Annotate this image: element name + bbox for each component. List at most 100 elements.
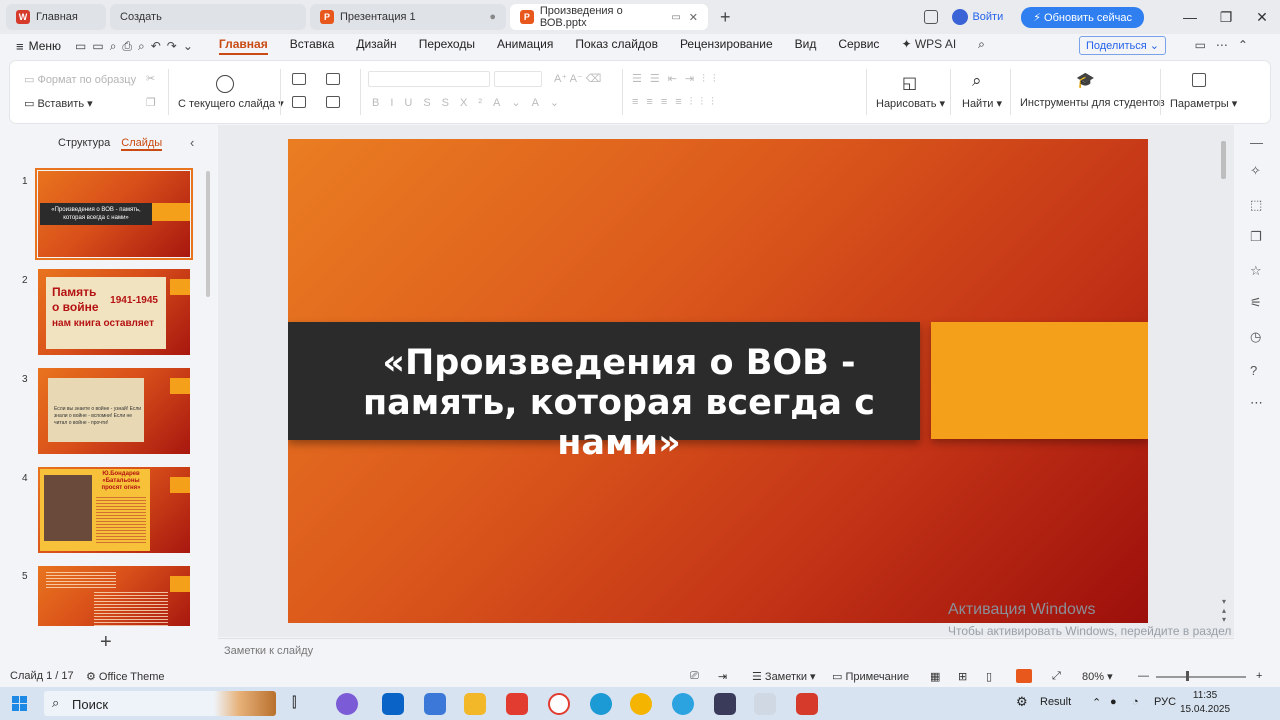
ribbon-tab-tools[interactable]: Сервис [838,37,879,55]
magic-icon[interactable]: ✧ [1250,163,1261,179]
comment-button[interactable]: ▭ Примечание [832,670,909,683]
reading-view-icon[interactable]: ▯ [986,670,992,683]
copilot-icon[interactable] [336,693,358,715]
tab-structure[interactable]: Структура [58,137,110,149]
taskbar-search[interactable]: ⌕ Поиск [44,691,276,716]
slide-thumbnail-1[interactable]: «Произведения о ВОВ - память, которая вс… [35,168,193,260]
zoom-slider-knob[interactable] [1186,671,1189,681]
star-icon[interactable]: ☆ [1250,263,1262,279]
cut-icon[interactable]: ✂ [146,72,155,85]
result-label[interactable]: Result [1040,696,1071,708]
game-icon[interactable]: ⚙ [1016,694,1028,710]
share-button[interactable]: Поделиться ⌄ [1078,36,1166,55]
align-controls[interactable]: ≡≡≡≡⫶⫶⫶ [632,96,722,109]
settings-icon[interactable] [1192,73,1206,87]
shapes-icon[interactable]: ◱ [902,73,917,93]
upgrade-button[interactable]: ⚡ Обновить сейчас [1021,6,1144,28]
font-size-field[interactable] [494,71,542,87]
play-from-current-icon[interactable] [216,75,234,93]
ribbon-tab-transitions[interactable]: Переходы [419,37,475,55]
yandex-browser-icon[interactable] [548,693,570,715]
close-tab-icon[interactable]: ✕ [689,11,698,24]
telegram-icon[interactable] [672,693,694,715]
ribbon-tab-design[interactable]: Дизайн [356,37,396,55]
tab-home[interactable]: W Главная [6,4,106,30]
draw-button[interactable]: Нарисовать ▾ [876,97,945,110]
play-slideshow-icon[interactable] [1016,669,1032,683]
ribbon-tab-insert[interactable]: Вставка [290,37,335,55]
ribbon-tab-slideshow[interactable]: Показ слайдов [575,37,658,55]
chrome-icon[interactable] [630,693,652,715]
tab-active-document[interactable]: P Произведения о ВОВ.pptx ▭ ✕ [510,4,708,30]
text-format-icons[interactable]: BIUSSX²A⌄A⌄ [372,96,570,109]
reuse-slide-icon[interactable] [326,73,340,85]
section-icon[interactable] [326,96,340,108]
list-controls[interactable]: ☰☰⇤⇥⫶⫶ [632,72,724,86]
notes-pane[interactable]: Заметки к слайду [218,638,1234,664]
login-button[interactable]: Войти [952,9,1003,25]
window-switch-icon[interactable] [924,10,939,24]
task-view-icon[interactable]: ⫿ [292,694,296,711]
slide-title[interactable]: «Произведения о ВОВ - память, которая вс… [288,343,920,463]
store-icon[interactable] [424,693,446,715]
current-slide[interactable]: «Произведения о ВОВ - память, которая вс… [288,139,1148,623]
search-icon[interactable]: ⌕ [978,37,985,55]
menu-button[interactable]: ≡ Меню [16,39,61,54]
restore-icon[interactable]: ❐ [1208,9,1244,26]
fit-icon[interactable]: ⎚ [690,670,699,683]
copy-icon[interactable]: ❐ [146,96,156,109]
wifi-icon[interactable]: ◔ [1132,696,1139,708]
shape-icon[interactable]: ⬚ [1250,197,1262,213]
theme-button[interactable]: ⚙ Office Theme [86,670,165,683]
wps-ai-button[interactable]: ✦ WPS AI [901,37,956,55]
slide-thumbnail-3[interactable]: Если вы знаете о войне - узнай! Если зна… [38,368,190,454]
sorter-view-icon[interactable]: ⊞ [958,670,967,683]
settings-button[interactable]: Параметры ▾ [1170,97,1237,110]
font-size-controls[interactable]: A⁺ A⁻ ⌫ [554,72,601,85]
outlook-icon[interactable] [382,693,404,715]
yandex-icon[interactable] [506,693,528,715]
tray-app-icon[interactable]: ● [1110,696,1117,708]
clock[interactable]: 11:35 15.04.2025 [1180,689,1230,717]
tab-presentation-1[interactable]: P Презентация 1 ● [310,4,506,30]
new-slide-icon[interactable] [292,73,306,85]
history-icon[interactable]: ◷ [1250,329,1261,345]
close-window-icon[interactable]: ✕ [1244,9,1280,26]
fit-window-icon[interactable]: ⤢ [1052,670,1061,683]
panel-scrollbar[interactable] [206,171,210,297]
slide-thumbnail-5[interactable] [38,566,190,626]
student-tools-button[interactable]: Инструменты для студентов [1020,97,1165,109]
window-icon[interactable]: ▭ [671,12,680,23]
windows-start-icon[interactable] [12,696,27,711]
layout-icon[interactable] [292,96,306,108]
sliders-icon[interactable]: ⚟ [1250,295,1262,311]
workspace-scrollbar[interactable] [1221,141,1226,179]
format-painter-button[interactable]: ▭ Формат по образцу [24,73,136,86]
zoom-in-icon[interactable]: + [1256,670,1262,682]
edge-icon[interactable] [590,693,612,715]
find-button[interactable]: Найти ▾ [962,97,1002,110]
quick-access-icons[interactable]: ▭▭⌕⎙⌕↶↷⌄ [75,39,199,54]
tab-dot-icon[interactable]: ● [489,11,496,23]
language-indicator[interactable]: РУС [1154,696,1176,708]
paste-button[interactable]: ▭ Вставить ▾ [24,97,93,110]
add-tab-icon[interactable]: + [720,7,731,28]
export-icon[interactable]: ⇥ [718,670,727,683]
tray-expand-icon[interactable]: ⌃ [1092,696,1101,709]
zoom-out-icon[interactable]: — [1138,670,1149,682]
minimize-icon[interactable]: — [1172,9,1208,25]
ribbon-tab-view[interactable]: Вид [795,37,817,55]
collapse-panel-icon[interactable]: ‹ [190,135,194,150]
notes-toggle[interactable]: ☰ Заметки ▾ [752,670,816,683]
collapse-icon[interactable]: — [1250,135,1263,150]
app-icon[interactable] [754,693,776,715]
more-menu-icons[interactable]: ▭⋯⌃ [1195,38,1258,52]
ribbon-tab-home[interactable]: Главная [218,37,268,55]
slide-thumbnail-2[interactable]: Память о войне нам книга оставляет 1941-19… [38,269,190,355]
ribbon-tab-review[interactable]: Рецензирование [680,37,773,55]
scroll-arrows-icon[interactable]: ▾ ▴ ▾ [1222,597,1226,624]
tab-create[interactable]: Создать [110,4,306,30]
from-current-slide-button[interactable]: С текущего слайда ▾ [178,97,284,110]
help-icon[interactable]: ? [1250,363,1257,378]
zoom-slider[interactable] [1156,676,1246,678]
